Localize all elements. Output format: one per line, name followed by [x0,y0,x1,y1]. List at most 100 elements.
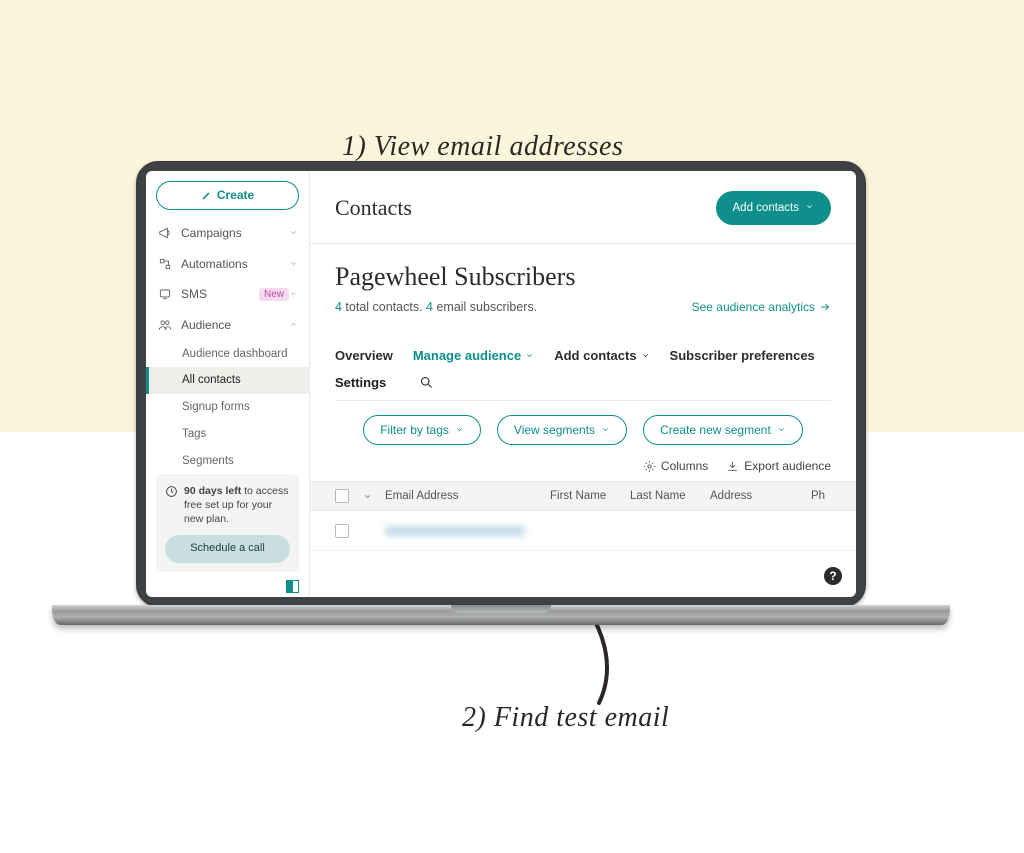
nav-label: SMS [181,287,254,301]
promo-text: 90 days left to access free set up for y… [184,484,290,527]
pill-label: Filter by tags [380,423,449,437]
nav-label: Campaigns [181,226,289,240]
table-row[interactable] [310,511,856,551]
chevron-down-icon [289,257,299,271]
nav-audience[interactable]: Audience [146,310,309,341]
view-segments-button[interactable]: View segments [497,415,627,445]
tab-label: Subscriber preferences [670,348,815,363]
topbar: Contacts Add contacts [310,171,856,244]
table-header-row: Email Address First Name Last Name Addre… [310,481,856,511]
promo-card: 90 days left to access free set up for y… [156,474,299,572]
create-new-segment-button[interactable]: Create new segment [643,415,803,445]
column-phone[interactable]: Ph [811,490,831,502]
chevron-down-icon [289,287,299,301]
laptop-notch [451,605,551,613]
tab-label: Settings [335,375,386,390]
create-button-label: Create [217,188,254,202]
filter-by-tags-button[interactable]: Filter by tags [363,415,481,445]
chevron-down-icon [601,423,610,437]
arrow-right-icon [819,301,831,313]
tabs-row: Overview Manage audience Add contacts Su… [310,324,856,371]
select-all-checkbox[interactable] [335,489,349,503]
tab-label: Manage audience [413,348,521,363]
main-panel: Contacts Add contacts Pagewheel Subscrib… [310,171,856,597]
sidebar: Create Campaigns Automations SMS [146,171,310,597]
schedule-call-button[interactable]: Schedule a call [165,535,290,563]
audience-header: Pagewheel Subscribers 4 total contacts. … [310,244,856,324]
chevron-down-icon [289,226,299,240]
audience-title: Pagewheel Subscribers [335,262,831,292]
tab-subscriber-preferences[interactable]: Subscriber preferences [670,348,815,363]
laptop-base [52,605,950,645]
see-analytics-label: See audience analytics [692,300,815,314]
divider [335,400,831,401]
export-label: Export audience [744,459,831,473]
sidebar-item-label: Tags [182,428,206,440]
sidebar-item-audience-dashboard[interactable]: Audience dashboard [146,340,309,367]
sidebar-item-label: Audience dashboard [182,348,288,360]
segment-pill-row: Filter by tags View segments Create new … [310,411,856,457]
schedule-call-label: Schedule a call [190,541,265,556]
megaphone-icon [156,226,174,240]
sidebar-item-signup-forms[interactable]: Signup forms [146,394,309,421]
help-label: ? [829,569,836,583]
tab-overview[interactable]: Overview [335,348,393,363]
create-button[interactable]: Create [156,181,299,210]
row-checkbox[interactable] [335,524,349,538]
column-address[interactable]: Address [710,490,811,502]
see-audience-analytics-link[interactable]: See audience analytics [692,300,831,314]
sidebar-item-segments[interactable]: Segments [146,447,309,474]
nav-campaigns[interactable]: Campaigns [146,218,309,249]
columns-label: Columns [661,459,708,473]
column-email[interactable]: Email Address [385,490,550,502]
chevron-down-icon [390,375,399,390]
help-button[interactable]: ? [824,567,842,585]
column-last-name[interactable]: Last Name [630,490,710,502]
nav-automations[interactable]: Automations [146,248,309,279]
export-icon [726,460,739,473]
add-contacts-label: Add contacts [733,202,799,214]
chevron-down-icon [777,423,786,437]
collapse-sidebar-button[interactable] [146,580,309,597]
pill-label: View segments [514,423,595,437]
gear-icon [643,460,656,473]
automations-icon [156,257,174,271]
pill-label: Create new segment [660,423,771,437]
tab-label: Add contacts [554,348,636,363]
chevron-down-icon [455,423,464,437]
audience-icon [156,318,174,332]
panel-toggle-icon [286,580,299,593]
nav-label: Audience [181,318,289,332]
sms-icon [156,287,174,301]
tab-add-contacts[interactable]: Add contacts [554,348,649,363]
header-caret[interactable] [363,492,385,501]
sidebar-item-label: Segments [182,455,234,467]
add-contacts-button[interactable]: Add contacts [716,191,831,225]
nav-label: Automations [181,257,289,271]
sidebar-item-tags[interactable]: Tags [146,421,309,448]
search-icon [419,375,434,390]
stats-text: 4 total contacts. 4 email subscribers. [335,300,537,314]
chevron-down-icon [805,202,814,214]
pencil-icon [201,190,212,201]
chevron-down-icon [525,348,534,363]
tab-manage-audience[interactable]: Manage audience [413,348,534,363]
clock-icon [165,485,178,498]
columns-button[interactable]: Columns [643,459,708,473]
export-audience-button[interactable]: Export audience [726,459,831,473]
chevron-up-icon [289,318,299,332]
column-first-name[interactable]: First Name [550,490,630,502]
search-button[interactable] [419,375,434,390]
table-toolbar: Columns Export audience [310,457,856,481]
nav-sms[interactable]: SMS New [146,279,309,310]
page-title: Contacts [335,195,412,221]
redacted-email [385,526,525,536]
sidebar-item-all-contacts[interactable]: All contacts [146,367,309,394]
tab-settings[interactable]: Settings [335,375,399,390]
tabs-row-two: Settings [310,371,856,400]
tab-label: Overview [335,348,393,363]
sidebar-item-label: All contacts [182,374,241,386]
annotation-two: 2) Find test email [462,702,669,734]
new-badge: New [259,288,289,301]
email-cell[interactable] [385,526,550,536]
